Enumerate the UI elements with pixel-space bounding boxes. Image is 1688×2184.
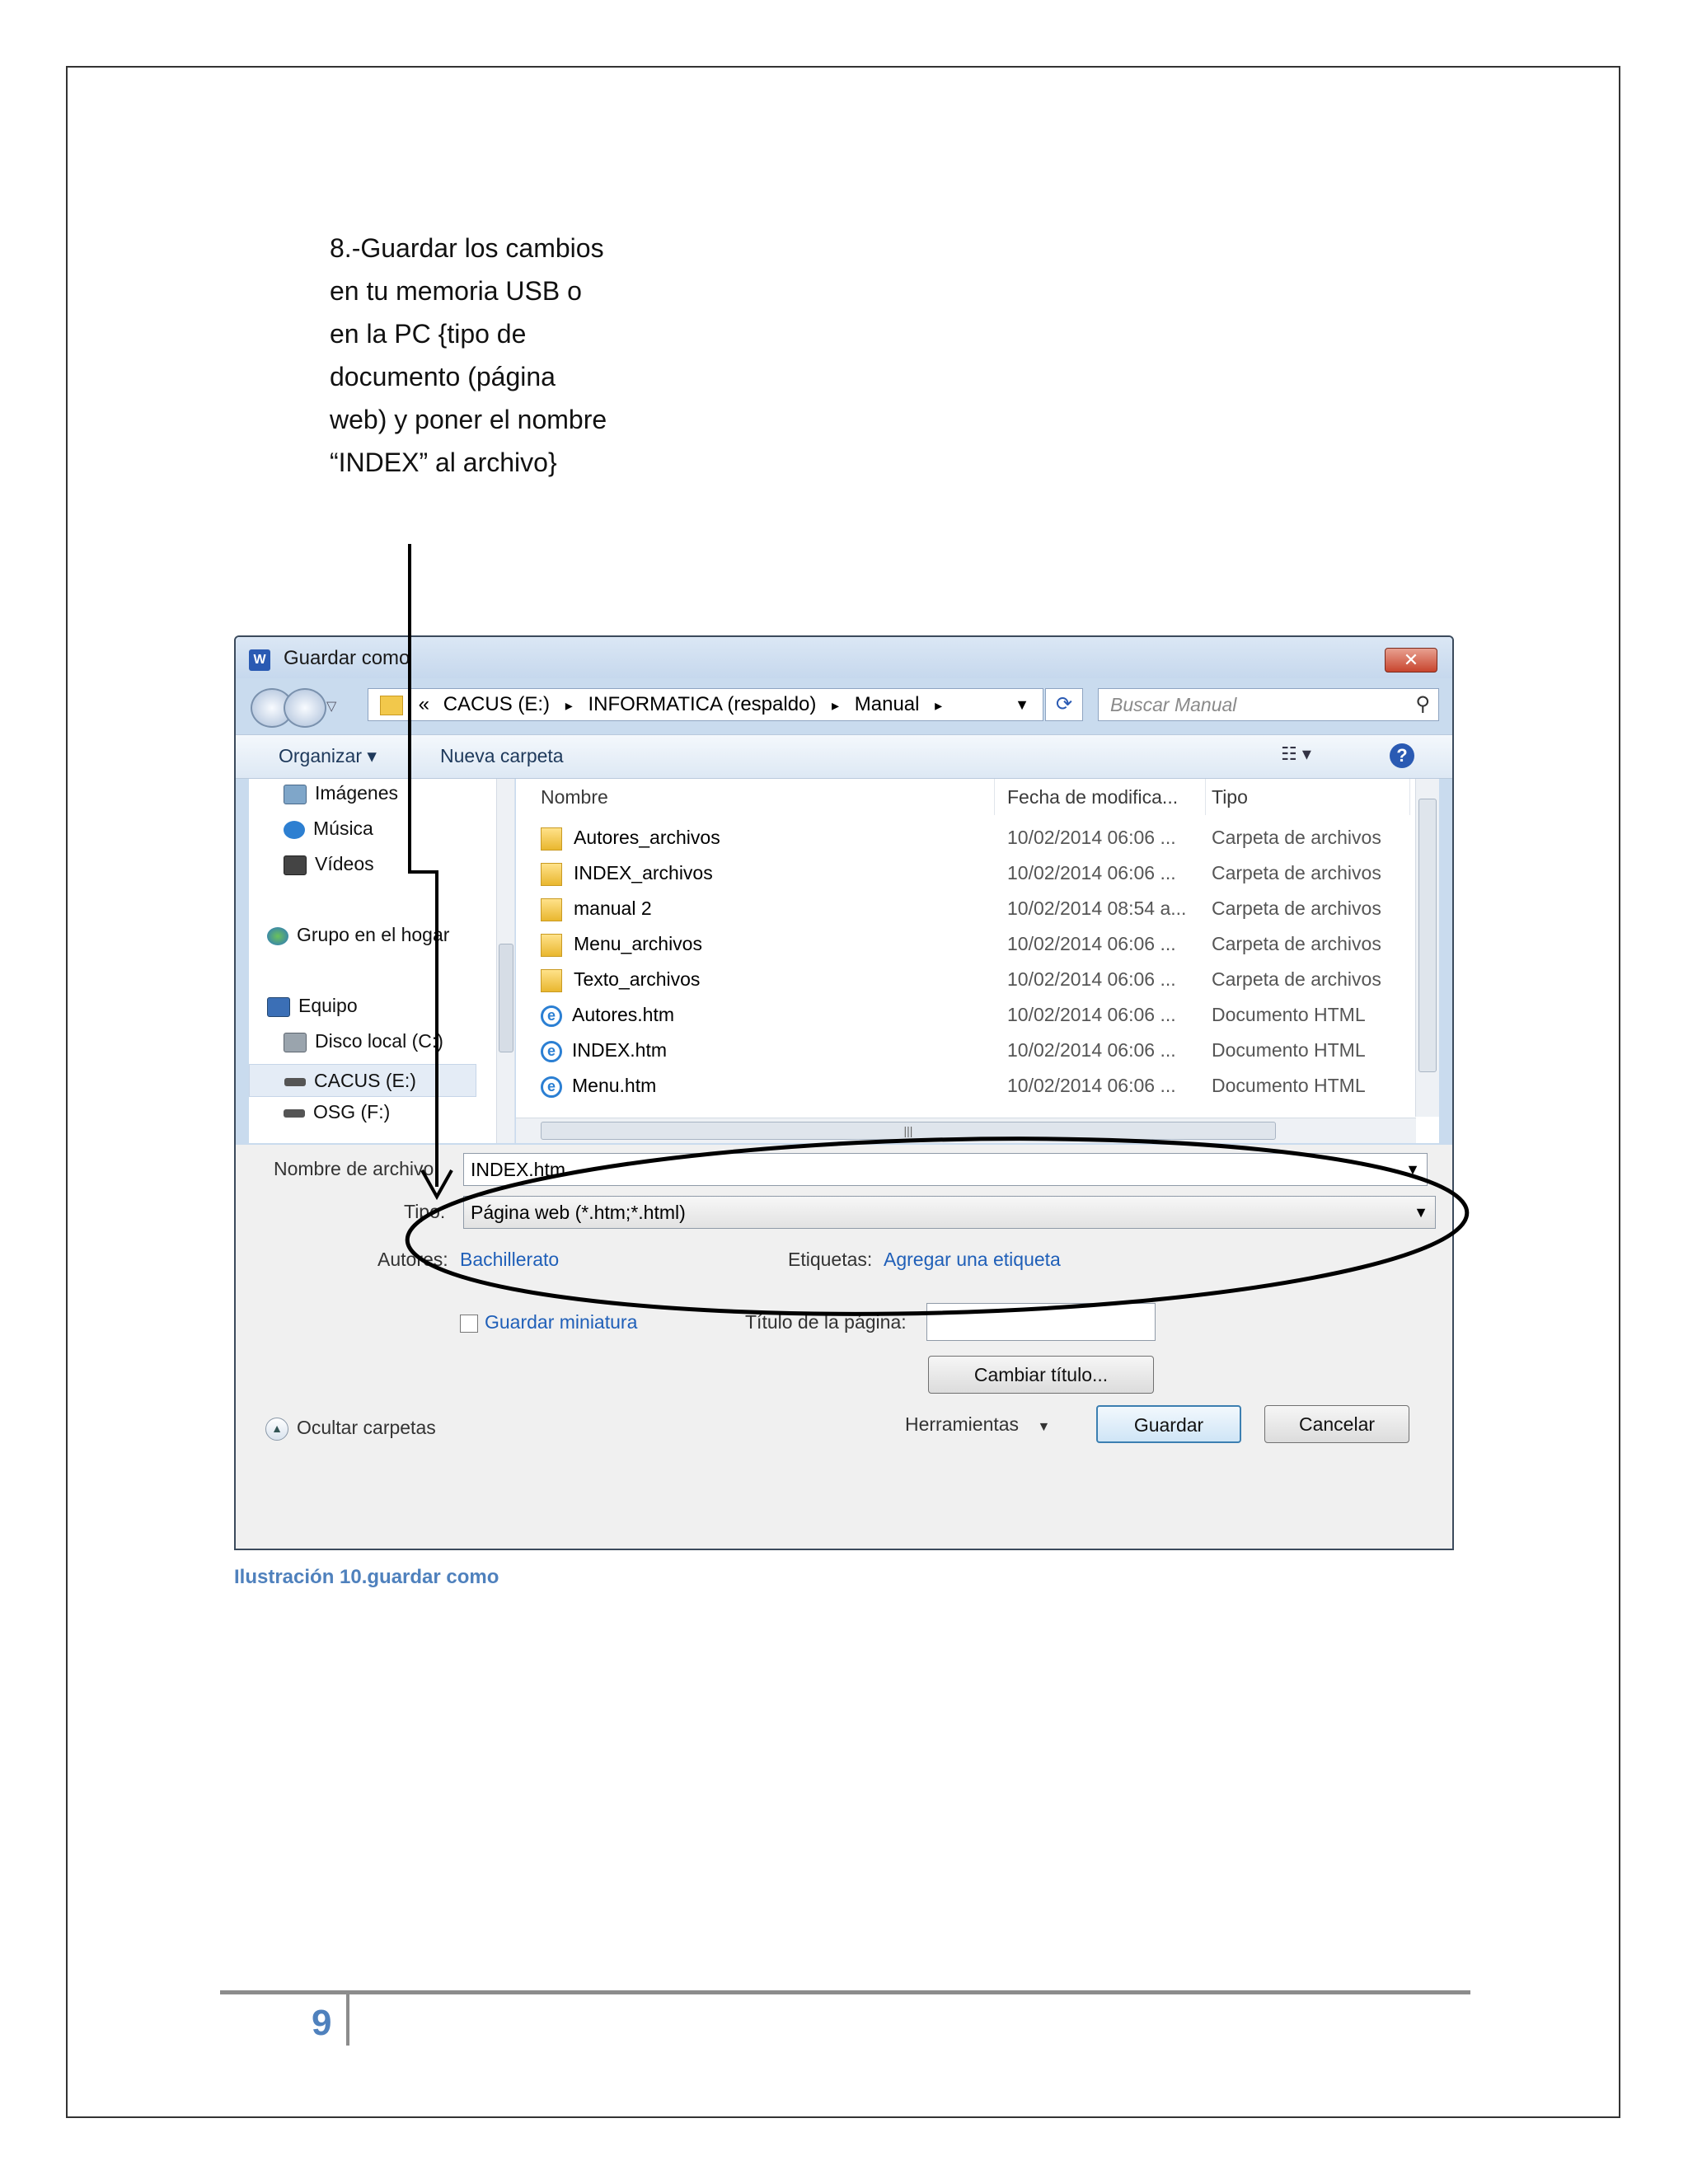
page-number: 9 — [312, 2003, 332, 2043]
footer-divider — [346, 1994, 349, 2046]
footer-rule — [220, 1990, 1470, 1994]
figure-caption: Ilustración 10.guardar como — [234, 1566, 499, 1588]
annotation-ellipse — [405, 1137, 1470, 1316]
annotation-arrow-line — [408, 544, 438, 1187]
annotation-overlay — [405, 544, 1470, 1316]
